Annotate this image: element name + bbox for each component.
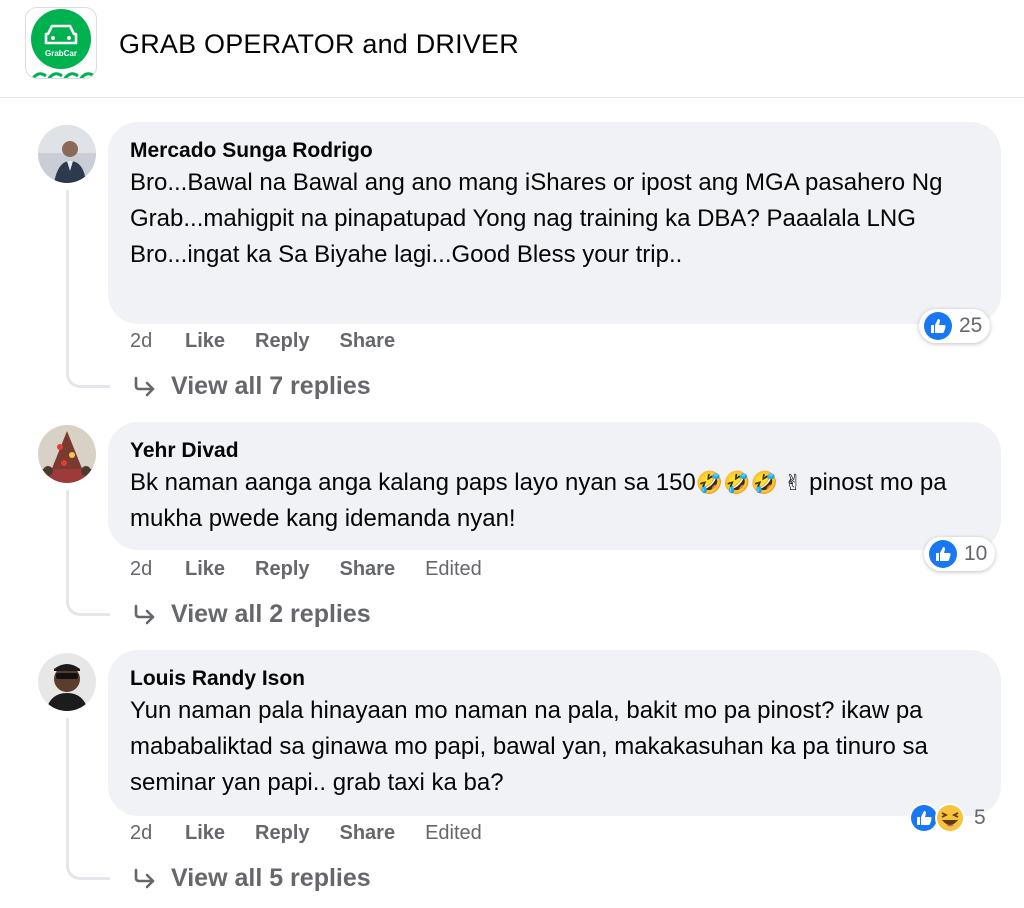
reaction-count: 10 — [964, 542, 988, 565]
comment-text-part: Bk naman aanga anga kalang paps layo nya… — [130, 469, 696, 496]
comment-bubble: Louis Randy Ison Yun naman pala hinayaan… — [108, 650, 1001, 816]
comment-time[interactable]: 2d — [130, 558, 185, 581]
thread-line — [66, 490, 69, 598]
reply-arrow-icon — [134, 376, 155, 396]
like-reaction-icon — [929, 540, 957, 568]
reaction-count: 25 — [959, 314, 983, 337]
reaction-count: 5 — [974, 806, 986, 829]
reply-arrow-icon — [134, 868, 155, 888]
thread-line — [66, 190, 69, 370]
view-replies-label: View all 7 replies — [171, 372, 371, 400]
logo-text: GrabCar — [45, 49, 77, 58]
thread-curve — [66, 590, 110, 616]
group-title[interactable]: GRAB OPERATOR and DRIVER — [119, 29, 519, 60]
avatar[interactable] — [38, 425, 96, 483]
like-reaction-icon — [924, 312, 952, 340]
comment-bubble: Yehr Divad Bk naman aanga anga kalang pa… — [108, 422, 1001, 550]
share-button[interactable]: Share — [340, 558, 396, 581]
comment-author[interactable]: Louis Randy Ison — [130, 665, 979, 693]
group-logo[interactable]: GrabCar — [25, 7, 97, 79]
reply-button[interactable]: Reply — [255, 330, 309, 353]
avatar[interactable] — [38, 653, 96, 711]
view-replies-link[interactable]: View all 5 replies — [133, 864, 371, 893]
thread-curve — [66, 854, 110, 880]
reaction-summary[interactable]: 10 — [924, 537, 996, 571]
edited-label[interactable]: Edited — [425, 558, 482, 581]
avatar[interactable] — [38, 125, 96, 183]
edited-label[interactable]: Edited — [425, 822, 482, 845]
reaction-summary[interactable]: 5 — [904, 801, 994, 835]
like-button[interactable]: Like — [185, 558, 225, 581]
group-header: GrabCar GRAB OPERATOR and DRIVER — [0, 0, 1024, 98]
reply-button[interactable]: Reply — [255, 558, 309, 581]
thread-line — [66, 718, 69, 862]
like-button[interactable]: Like — [185, 822, 225, 845]
reaction-summary[interactable]: 25 — [919, 309, 991, 343]
reply-arrow-icon — [134, 604, 155, 624]
comment-time[interactable]: 2d — [130, 330, 185, 353]
comment-bubble: Mercado Sunga Rodrigo Bro...Bawal na Baw… — [108, 122, 1001, 324]
comment-author[interactable]: Yehr Divad — [130, 437, 979, 465]
share-button[interactable]: Share — [340, 330, 396, 353]
view-replies-link[interactable]: View all 7 replies — [133, 372, 371, 401]
reply-button[interactable]: Reply — [255, 822, 309, 845]
comment-text: Yun naman pala hinayaan mo naman na pala… — [130, 697, 928, 796]
view-replies-label: View all 5 replies — [171, 864, 371, 892]
comment-text: Bro...Bawal na Bawal ang ano mang iShare… — [130, 169, 943, 268]
thread-curve — [66, 362, 110, 388]
share-button[interactable]: Share — [340, 822, 396, 845]
comment-actions: 2d Like Reply Share Edited — [130, 558, 482, 581]
view-replies-link[interactable]: View all 2 replies — [133, 600, 371, 629]
view-replies-label: View all 2 replies — [171, 600, 371, 628]
comment-author[interactable]: Mercado Sunga Rodrigo — [130, 137, 979, 165]
comment-actions: 2d Like Reply Share Edited — [130, 822, 482, 845]
haha-reaction-icon — [935, 803, 965, 833]
comment-text: Bk naman aanga anga kalang paps layo nya… — [130, 465, 979, 537]
like-button[interactable]: Like — [185, 330, 225, 353]
comment-actions: 2d Like Reply Share — [130, 330, 425, 353]
comment-time[interactable]: 2d — [130, 822, 185, 845]
emoji-inline: 🤣🤣🤣 ✌ — [695, 470, 803, 495]
